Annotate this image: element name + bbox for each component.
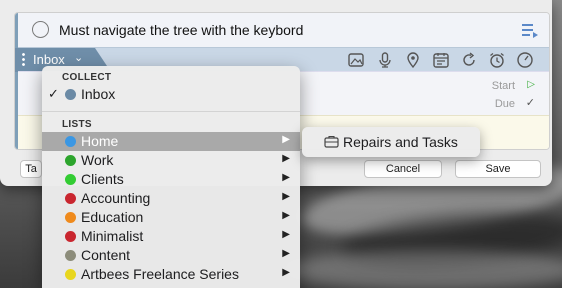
home-color-dot: [65, 136, 76, 147]
menu-item-label: Clients: [81, 171, 124, 187]
menu-item-inbox[interactable]: ✓ Inbox: [42, 85, 300, 104]
image-icon[interactable]: [347, 51, 365, 69]
location-pin-icon[interactable]: [404, 51, 422, 69]
project-dropdown-menu: COLLECT ✓ Inbox LISTS Home ▶ Work ▶ Clie…: [42, 66, 300, 288]
due-check-icon[interactable]: ✓: [526, 96, 535, 109]
inbox-color-dot: [65, 89, 76, 100]
submenu-arrow-icon: ▶: [282, 267, 290, 278]
work-color-dot: [65, 155, 76, 166]
menu-item-label: Work: [81, 152, 114, 168]
menu-item-content[interactable]: Content ▶: [42, 246, 300, 265]
notes-icon[interactable]: [521, 22, 539, 38]
gauge-icon[interactable]: [516, 51, 534, 69]
collect-section-header: COLLECT: [62, 72, 112, 83]
menu-item-work[interactable]: Work ▶: [42, 151, 300, 170]
submenu-arrow-icon: ▶: [282, 172, 290, 183]
cancel-button[interactable]: Cancel: [364, 160, 442, 178]
artbees-color-dot: [65, 269, 76, 280]
submenu-arrow-icon: ▶: [282, 191, 290, 202]
submenu-arrow-icon: ▶: [282, 248, 290, 259]
menu-item-clients[interactable]: Clients ▶: [42, 170, 300, 189]
menu-item-label: Home: [81, 133, 119, 149]
submenu-arrow-icon: ▶: [282, 153, 290, 164]
menu-item-artbees-freelance-series[interactable]: Artbees Freelance Series ▶: [42, 265, 300, 284]
menu-item-label: Accounting: [81, 190, 151, 206]
save-button[interactable]: Save: [455, 160, 541, 178]
submenu-arrow-icon: ▶: [282, 134, 290, 145]
menu-item-education[interactable]: Education ▶: [42, 208, 300, 227]
menu-item-label: Inbox: [81, 86, 116, 102]
minimalist-color-dot: [65, 231, 76, 242]
menu-item-label: Content: [81, 247, 131, 263]
home-submenu: Repairs and Tasks: [302, 127, 480, 157]
project-label: Inbox: [33, 52, 65, 67]
menu-item-label: Education: [81, 209, 144, 225]
briefcase-icon: [324, 135, 339, 148]
task-title-row: Must navigate the tree with the keybord: [18, 13, 549, 47]
repeat-icon[interactable]: [460, 51, 478, 69]
content-color-dot: [65, 250, 76, 261]
menu-item-accounting[interactable]: Accounting ▶: [42, 189, 300, 208]
alarm-clock-icon[interactable]: [488, 51, 506, 69]
menu-item-home[interactable]: Home ▶: [42, 132, 300, 151]
menu-item-label: Artbees Freelance Series: [81, 266, 239, 282]
complete-checkbox[interactable]: [32, 21, 49, 38]
menu-item-minimalist[interactable]: Minimalist ▶: [42, 227, 300, 246]
microphone-icon[interactable]: [376, 51, 394, 69]
education-color-dot: [65, 212, 76, 223]
lists-section-header: LISTS: [62, 119, 92, 130]
clients-color-dot: [65, 174, 76, 185]
submenu-item-repairs-and-tasks[interactable]: Repairs and Tasks: [343, 134, 458, 150]
submenu-arrow-icon: ▶: [282, 210, 290, 221]
drag-handle-icon[interactable]: [22, 52, 25, 68]
menu-item-label: Minimalist: [81, 228, 144, 244]
chevron-down-icon: ⌄: [74, 52, 84, 64]
due-label[interactable]: Due: [495, 98, 515, 110]
tags-button[interactable]: Ta: [20, 160, 42, 178]
submenu-arrow-icon: ▶: [282, 229, 290, 240]
task-title[interactable]: Must navigate the tree with the keybord: [59, 22, 303, 38]
start-play-icon[interactable]: ▷: [527, 79, 535, 90]
start-label[interactable]: Start: [492, 80, 515, 92]
checkmark-icon: ✓: [48, 86, 59, 101]
menu-divider: [42, 111, 300, 112]
accounting-color-dot: [65, 193, 76, 204]
calendar-icon[interactable]: [432, 51, 450, 69]
